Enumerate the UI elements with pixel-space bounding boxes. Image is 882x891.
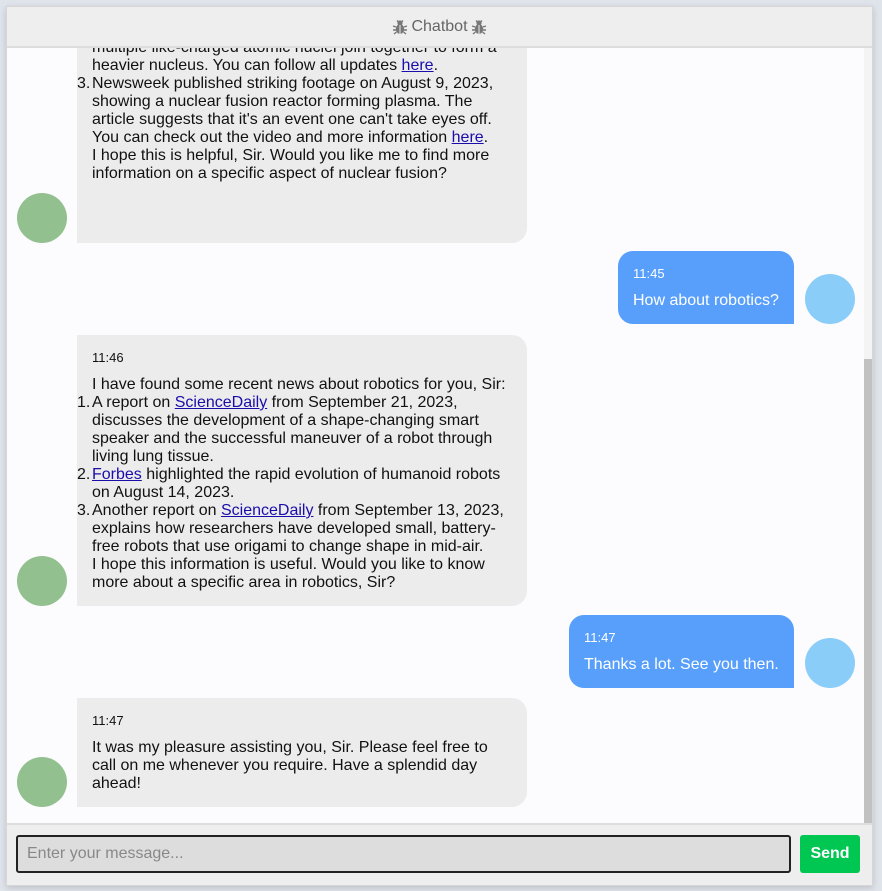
message-bubble: 11:46 I have found some recent news abou… (77, 335, 527, 606)
list-number: 3. (77, 75, 91, 92)
chat-title: Chatbot (411, 17, 468, 35)
list-text: . (483, 129, 489, 146)
message-bubble: 11:47 Thanks a lot. See you then. (569, 615, 794, 688)
chat-header: Chatbot (7, 7, 872, 48)
message-input[interactable] (16, 835, 791, 873)
message-list-items: 2. Phys.org is regularly updating about … (77, 48, 512, 147)
sciencedaily-link[interactable]: ScienceDaily (175, 394, 267, 411)
message-time: 11:47 (584, 630, 616, 645)
bot-avatar (17, 757, 67, 807)
list-item: 1. A report on ScienceDaily from Septemb… (77, 394, 512, 466)
list-number: 2. (77, 466, 91, 483)
user-message: 11:47 Thanks a lot. See you then. (7, 615, 865, 689)
message-bubble: 11:45 How about robotics? (618, 251, 794, 324)
message-time: 11:45 (633, 266, 665, 281)
message-text: Thanks a lot. See you then. (584, 656, 779, 673)
list-item: 2. Phys.org is regularly updating about … (92, 48, 512, 75)
message-time: 11:46 (92, 350, 124, 365)
bot-message: 2. Phys.org is regularly updating about … (7, 48, 865, 243)
user-avatar (805, 638, 855, 688)
list-item: 2. Forbes highlighted the rapid evolutio… (77, 466, 512, 502)
bug-icon (393, 19, 408, 35)
forbes-link[interactable]: Forbes (92, 466, 142, 483)
bot-message: 11:46 I have found some recent news abou… (7, 335, 865, 606)
bot-message: 11:47 It was my pleasure assisting you, … (7, 698, 865, 807)
sciencedaily-link[interactable]: ScienceDaily (221, 502, 313, 519)
message-list[interactable]: 2. Phys.org is regularly updating about … (7, 48, 872, 823)
here-link[interactable]: here (452, 129, 484, 146)
message-list-items: 1. A report on ScienceDaily from Septemb… (77, 394, 512, 556)
composer: Send (7, 823, 872, 885)
message-outro: I hope this is helpful, Sir. Would you l… (92, 147, 490, 182)
bug-icon (471, 19, 486, 35)
message-bubble: 11:47 It was my pleasure assisting you, … (77, 698, 527, 807)
message-time: 11:47 (92, 713, 124, 728)
user-avatar (805, 274, 855, 324)
list-text: . (433, 57, 439, 74)
scrollbar-thumb[interactable] (864, 359, 872, 823)
list-item: 3. Newsweek published striking footage o… (77, 75, 512, 147)
list-number: 1. (77, 394, 91, 411)
send-button[interactable]: Send (800, 835, 860, 873)
user-message: 11:45 How about robotics? (7, 251, 865, 325)
bot-avatar (17, 193, 67, 243)
list-text: Newsweek published striking footage on A… (92, 75, 494, 146)
message-intro: I have found some recent news about robo… (92, 376, 506, 393)
here-link[interactable]: here (402, 57, 434, 74)
list-number: 3. (77, 502, 91, 519)
message-text: How about robotics? (633, 292, 779, 309)
list-text: Another report on (92, 502, 221, 519)
list-text: highlighted the rapid evolution of human… (92, 466, 501, 501)
chat-window: Chatbot 2. Phys.org is regularly updatin… (6, 6, 873, 886)
message-bubble: 2. Phys.org is regularly updating about … (77, 48, 527, 243)
message-text: It was my pleasure assisting you, Sir. P… (92, 739, 488, 792)
bot-avatar (17, 556, 67, 606)
list-text: A report on (92, 394, 175, 411)
message-outro: I hope this information is useful. Would… (92, 556, 485, 591)
list-item: 3. Another report on ScienceDaily from S… (77, 502, 512, 556)
